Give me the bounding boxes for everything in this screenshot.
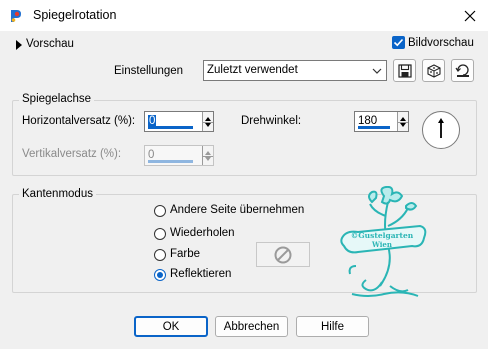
- step-down-icon[interactable]: [203, 121, 213, 133]
- horizontal-offset-slider-bar: [148, 126, 193, 129]
- radio-color-label: Farbe: [170, 248, 201, 260]
- step-down-icon[interactable]: [398, 121, 408, 133]
- rotation-label: Drehwinkel:: [241, 115, 302, 127]
- preview-label: Vorschau: [26, 38, 74, 50]
- expand-arrow-icon: [16, 40, 22, 50]
- watermark-flower-icon: ©Gustelgarten Wien: [340, 185, 427, 297]
- horizontal-offset-spinner[interactable]: 0: [144, 111, 214, 132]
- horizontal-offset-label: Horizontalversatz (%):: [22, 115, 136, 127]
- settings-selected-value: Zuletzt verwendet: [207, 64, 298, 76]
- help-button[interactable]: Hilfe: [296, 316, 369, 337]
- dice-icon: [426, 63, 441, 78]
- vertical-offset-slider-bar: [148, 160, 193, 163]
- radio-repeat-label: Wiederholen: [170, 227, 235, 239]
- horizontal-offset-stepper[interactable]: [202, 112, 213, 131]
- chevron-down-icon: [372, 68, 382, 74]
- vertical-offset-label: Vertikalversatz (%):: [22, 148, 122, 160]
- step-up-icon[interactable]: [398, 112, 408, 122]
- image-preview-checkbox[interactable]: [392, 36, 405, 49]
- reset-preset-button[interactable]: [451, 59, 474, 82]
- dial-needle-icon: [438, 118, 444, 138]
- edge-mode-group-label: Kantenmodus: [19, 188, 96, 200]
- rotation-spinner[interactable]: 180: [354, 111, 409, 132]
- ok-button[interactable]: OK: [134, 316, 208, 337]
- radio-circle[interactable]: [154, 228, 166, 240]
- radio-circle[interactable]: [154, 205, 166, 217]
- vertical-offset-stepper: [202, 146, 213, 165]
- settings-label: Einstellungen: [114, 65, 184, 77]
- cancel-button[interactable]: Abbrechen: [215, 316, 288, 337]
- rotation-dial[interactable]: [422, 111, 460, 149]
- random-preset-button[interactable]: [422, 59, 445, 82]
- rotation-stepper[interactable]: [397, 112, 408, 131]
- settings-dropdown[interactable]: Zuletzt verwendet: [203, 60, 387, 81]
- rotation-slider-bar: [358, 126, 390, 129]
- vertical-offset-spinner: 0: [144, 145, 214, 166]
- radio-circle-selected[interactable]: [154, 269, 166, 281]
- checkmark-icon: [393, 38, 404, 47]
- radio-circle[interactable]: [154, 249, 166, 261]
- radio-other-side-label: Andere Seite übernehmen: [170, 204, 305, 216]
- watermark-text-line2: Wien: [371, 240, 392, 249]
- window-title: Spiegelrotation: [33, 8, 117, 22]
- step-down-icon: [203, 155, 213, 167]
- title-bar: Spiegelrotation: [0, 0, 488, 31]
- close-icon[interactable]: [458, 4, 482, 28]
- save-preset-button[interactable]: [393, 59, 416, 82]
- watermark-logo: ©Gustelgarten Wien: [328, 185, 432, 302]
- step-up-icon[interactable]: [203, 112, 213, 122]
- image-preview-label: Bildvorschau: [408, 37, 474, 49]
- watermark-text-line1: ©Gustelgarten: [351, 231, 414, 240]
- reset-icon: [455, 63, 469, 77]
- color-swatch-disabled: [256, 242, 310, 267]
- save-icon: [397, 63, 412, 78]
- app-icon: [8, 8, 24, 24]
- step-up-icon: [203, 146, 213, 156]
- mirror-axis-group-label: Spiegelachse: [19, 93, 95, 105]
- radio-reflect-label: Reflektieren: [170, 268, 232, 280]
- no-entry-icon: [274, 246, 292, 263]
